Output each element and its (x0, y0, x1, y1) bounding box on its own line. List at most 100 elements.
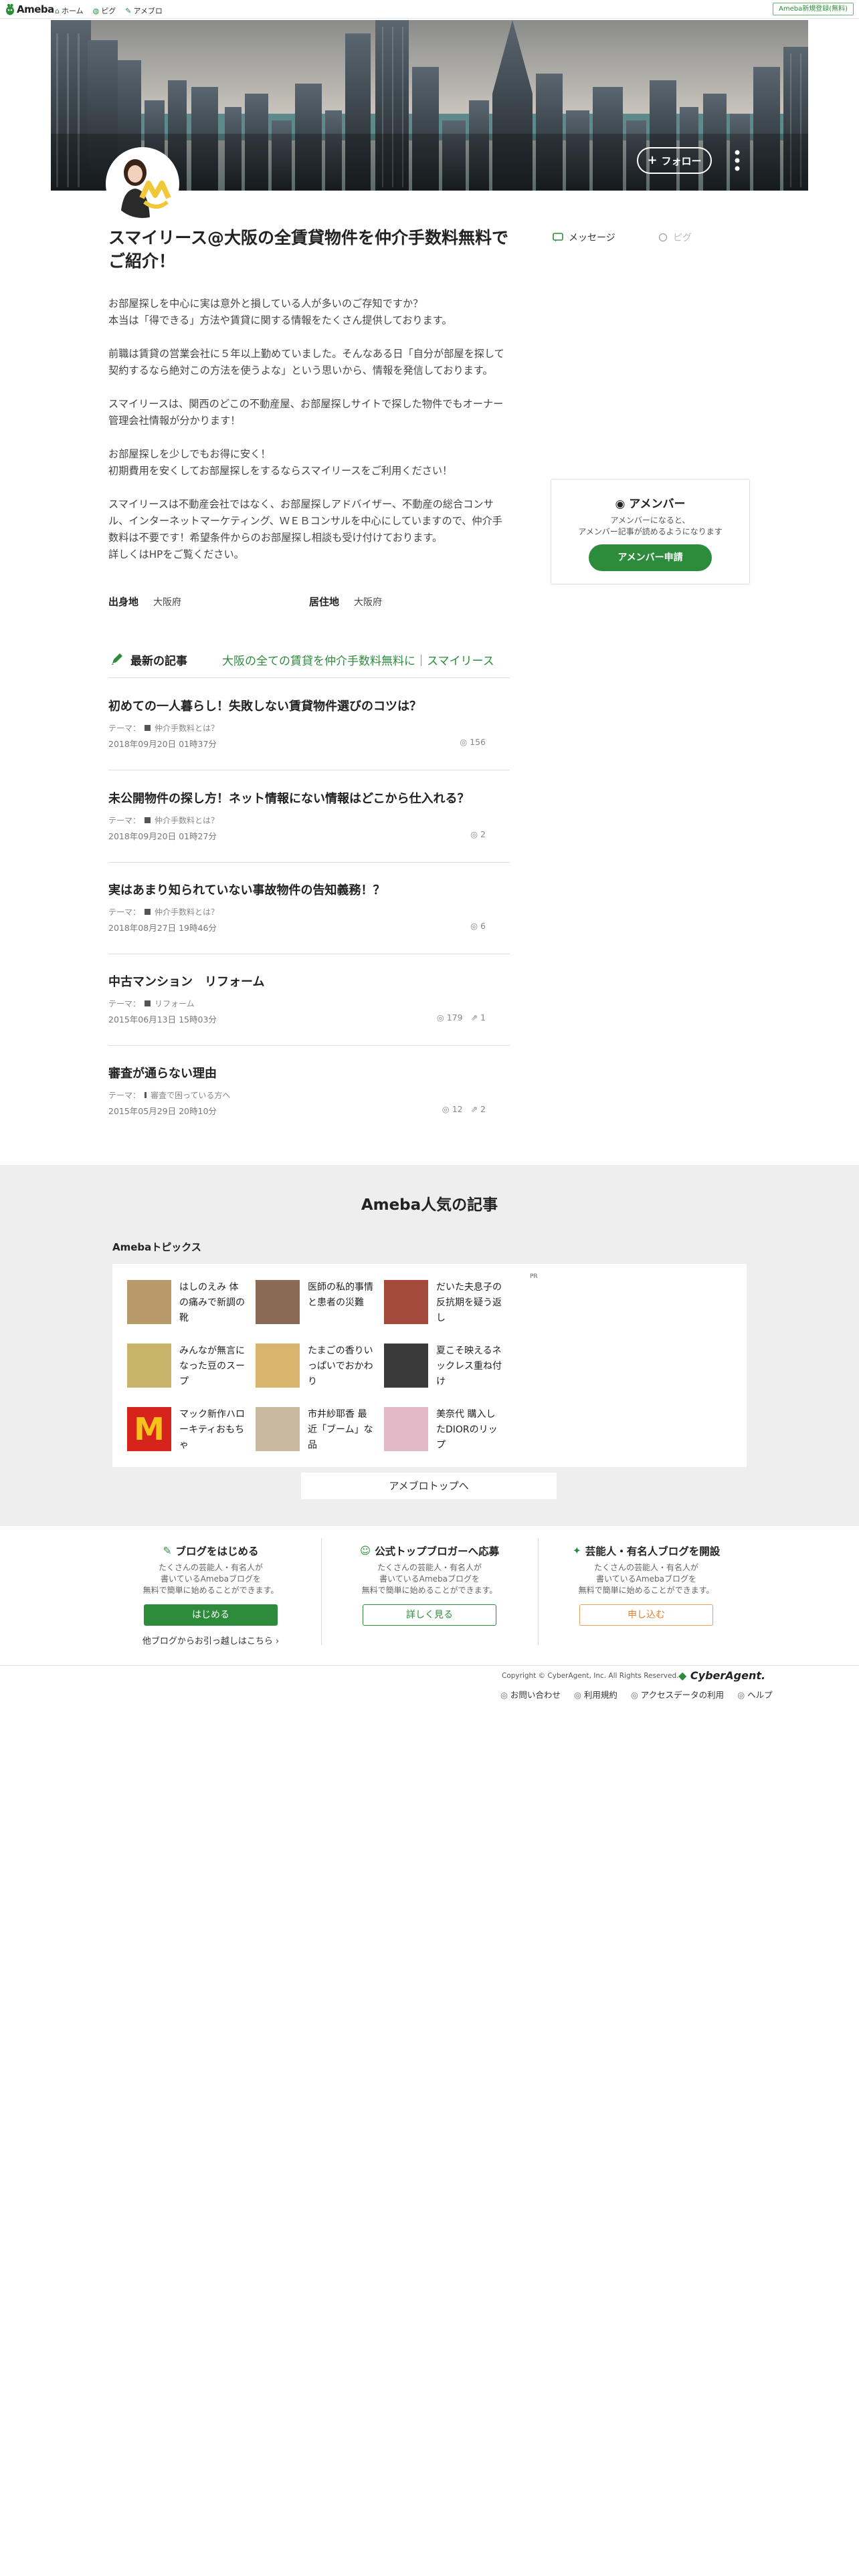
topic-text: みんなが無言になった豆のスープ (179, 1346, 245, 1387)
like-count: ◎ 179 (436, 1012, 463, 1023)
footer-link-access-data[interactable]: ◎ アクセスデータの利用 (631, 1688, 724, 1701)
nav-pig-label: ピグ (101, 7, 116, 15)
footer-link-terms[interactable]: ◎ 利用規約 (574, 1688, 617, 1701)
ameba-logo[interactable]: Ameba (5, 3, 54, 15)
follow-label: フォロー (661, 154, 702, 167)
theme-value[interactable]: 仲介手数料とは？ (155, 906, 219, 918)
topic-item[interactable]: だいた夫息子の反抗期を疑う返し (384, 1280, 504, 1324)
latest-heading: 最新の記事 (130, 655, 187, 668)
article-title[interactable]: 未公開物件の探し方！ネット情報にない情報はどこから仕入れる？ (108, 789, 469, 807)
footer-link-help[interactable]: ◎ ヘルプ (737, 1688, 772, 1701)
article-title[interactable]: 初めての一人暮らし！失敗しない賃貸物件選びのコツは？ (108, 697, 421, 714)
theme-value[interactable]: リフォーム (155, 998, 195, 1009)
theme-value[interactable]: 仲介手数料とは？ (155, 815, 219, 826)
more-menu-icon[interactable] (731, 148, 743, 173)
footer-divider (0, 1665, 859, 1666)
topic-thumbnail (127, 1344, 171, 1388)
reblog-count: ⇗ 2 (470, 1104, 486, 1114)
theme-label: テーマ： (108, 907, 141, 917)
profile-residence: 居住地 大阪府 (309, 595, 382, 609)
article-stats: ◎ 6 (470, 921, 486, 931)
article-date: 2015年06月13日 15時03分 (108, 1014, 217, 1025)
star-person-icon: ✦ (572, 1545, 581, 1557)
pig-button[interactable]: ピグ (658, 231, 692, 244)
theme-value[interactable]: 仲介手数料とは？ (155, 722, 219, 734)
cta-title-row: ✦ 芸能人・有名人ブログを開設 (539, 1543, 754, 1558)
article-date: 2018年09月20日 01時37分 (108, 739, 217, 749)
follow-button[interactable]: + フォロー (637, 147, 712, 174)
topic-text: 美奈代 購入したDIORのリップ (436, 1409, 498, 1451)
like-count: ◎ 2 (470, 829, 486, 839)
topic-item[interactable]: 医師の私的事情と患者の災難 (256, 1280, 376, 1324)
topic-thumbnail (256, 1344, 300, 1388)
article-theme: テーマ： 仲介手数料とは？ (108, 906, 219, 918)
details-button[interactable]: 詳しく見る (363, 1604, 496, 1626)
amember-apply-button[interactable]: アメンバー申請 (589, 544, 712, 571)
avatar[interactable] (106, 147, 179, 221)
footer-link-contact[interactable]: ◎ お問い合わせ (500, 1688, 561, 1701)
theme-icon (145, 725, 151, 731)
topic-thumbnail (256, 1407, 300, 1451)
topic-item[interactable]: 美奈代 購入したDIORのリップ (384, 1407, 504, 1451)
article-title[interactable]: 審査が通らない理由 (108, 1064, 217, 1081)
cyberagent-icon: ◆ (678, 1669, 687, 1682)
theme-label: テーマ： (108, 1091, 141, 1100)
theme-icon (145, 1092, 147, 1098)
article-item[interactable]: 初めての一人暮らし！失敗しない賃貸物件選びのコツは？ テーマ： 仲介手数料とは？ … (108, 697, 510, 770)
pencil-icon: ✎ (163, 1545, 172, 1557)
nav-ameblo-label: アメブロ (133, 7, 163, 15)
person-icon: ☺ (359, 1545, 371, 1557)
message-icon (553, 233, 563, 241)
start-button[interactable]: はじめる (144, 1604, 278, 1626)
global-nav: ⌂ ホーム ◍ ピグ ✎ アメブロ (55, 5, 163, 16)
blog-title[interactable]: スマイリース@大阪の全賃貸物件を仲介手数料無料でご紹介！ (108, 226, 510, 273)
theme-label: テーマ： (108, 724, 141, 733)
nav-home-label: ホーム (61, 7, 84, 15)
birthplace-value: 大阪府 (153, 597, 182, 608)
footer-link-label: ヘルプ (747, 1690, 773, 1700)
cta-start-blog: ✎ ブログをはじめる たくさんの芸能人・有名人が 書いているAmebaブログを 無… (103, 1543, 318, 1646)
article-item[interactable]: 実はあまり知られていない事故物件の告知義務！？ テーマ： 仲介手数料とは？ 201… (108, 881, 510, 954)
article-item[interactable]: 審査が通らない理由 テーマ： 審査で困っている方へ 2015年05月29日 20時… (108, 1064, 510, 1117)
amember-box: ◉ アメンバー アメンバーになると、 アメンバー記事が読めるようになります アメ… (551, 479, 750, 584)
cyberagent-logo[interactable]: ◆ CyberAgent. (678, 1669, 765, 1682)
nav-pig[interactable]: ◍ ピグ (93, 5, 116, 16)
article-item[interactable]: 中古マンション リフォーム テーマ： リフォーム 2015年06月13日 15時0… (108, 972, 510, 1046)
topic-thumbnail (127, 1280, 171, 1324)
topic-item[interactable]: 市井紗耶香 最近「ブーム」な品 (256, 1407, 376, 1451)
theme-value[interactable]: 審査で困っている方へ (151, 1089, 230, 1101)
like-count: ◎ 156 (460, 737, 486, 747)
nav-home[interactable]: ⌂ ホーム (55, 5, 84, 16)
migrate-link[interactable]: 他ブログからお引っ越しはこちら › (103, 1634, 318, 1646)
topic-item[interactable]: 夏こそ映えるネックレス重ね付け (384, 1344, 504, 1388)
brand-text: CyberAgent. (690, 1669, 766, 1682)
topics-grid: PR はしのえみ 体の痛みで新調の靴 医師の私的事情と患者の災難 だいた夫息子の… (112, 1264, 747, 1467)
topic-thumbnail (256, 1280, 300, 1324)
article-title[interactable]: 実はあまり知られていない事故物件の告知義務！？ (108, 881, 385, 898)
message-button[interactable]: メッセージ (553, 231, 615, 244)
topic-item[interactable]: はしのえみ 体の痛みで新調の靴 (127, 1280, 248, 1324)
register-button[interactable]: Ameba新規登録(無料) (772, 3, 854, 15)
apply-button[interactable]: 申し込む (579, 1604, 713, 1626)
cta-top-blogger: ☺ 公式トップブロガーへ応募 たくさんの芸能人・有名人が 書いているAmebaブロ… (322, 1543, 537, 1626)
footer-link-label: お問い合わせ (510, 1690, 561, 1700)
article-theme: テーマ： リフォーム (108, 998, 195, 1009)
cta-title-row: ☺ 公式トップブロガーへ応募 (322, 1543, 537, 1558)
footer-link-label: アクセスデータの利用 (640, 1690, 725, 1700)
article-theme: テーマ： 仲介手数料とは？ (108, 722, 219, 734)
topic-item[interactable]: たまごの香りいっぱいでおかわり (256, 1344, 376, 1388)
theme-label: テーマ： (108, 816, 141, 825)
ameblo-top-button[interactable]: アメブロトップへ (301, 1473, 557, 1499)
blog-link[interactable]: 大阪の全ての賃貸を仲介手数料無料に｜スマイリース (222, 651, 494, 668)
cta-desc: たくさんの芸能人・有名人が 書いているAmebaブログを 無料で簡単に始めること… (578, 1563, 714, 1595)
topic-item[interactable]: みんなが無言になった豆のスープ (127, 1344, 248, 1388)
article-title[interactable]: 中古マンション リフォーム (108, 972, 264, 990)
nav-ameblo[interactable]: ✎ アメブロ (125, 5, 163, 16)
chevron-right-icon: › (275, 1636, 280, 1646)
article-item[interactable]: 未公開物件の探し方！ネット情報にない情報はどこから仕入れる？ テーマ： 仲介手数料… (108, 789, 510, 863)
article-stats: ◎ 179 ⇗ 1 (437, 1012, 486, 1023)
topic-item[interactable]: M マック新作ハローキティおもちゃ (127, 1407, 248, 1451)
link-icon: ◎ (737, 1690, 745, 1700)
topics-subtitle: Amebaトピックス (112, 1241, 201, 1253)
topic-thumbnail (384, 1344, 428, 1388)
